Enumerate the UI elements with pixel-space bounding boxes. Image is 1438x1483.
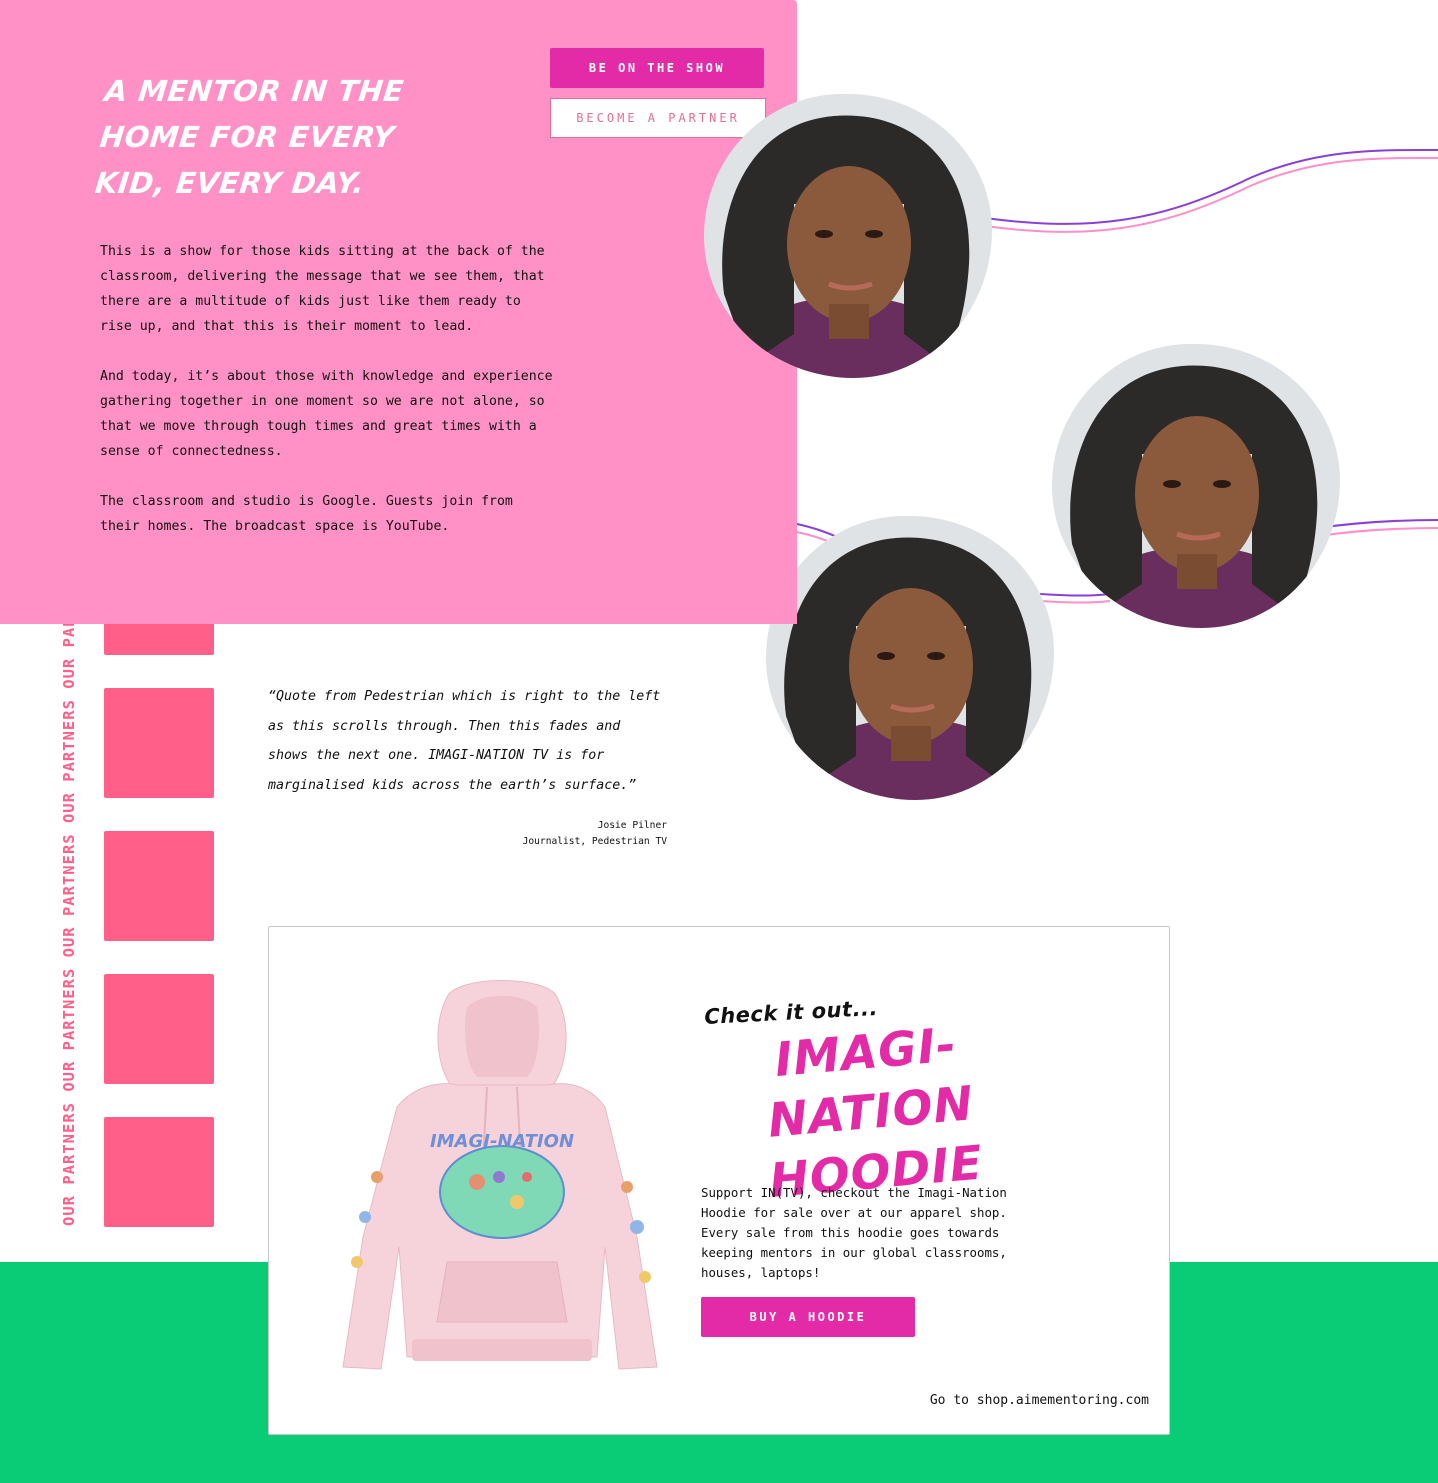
hoodie-description: Support IN(TV), checkout the Imagi-Natio… xyxy=(701,1185,1007,1280)
hoodie-product-image[interactable]: IMAGI-NATION xyxy=(337,977,662,1387)
buy-hoodie-button[interactable]: BUY A HOODIE xyxy=(701,1297,915,1337)
hero-body: This is a show for those kids sitting at… xyxy=(100,239,560,564)
guest-portrait xyxy=(704,94,992,378)
shop-link[interactable]: Go to shop.aimementoring.com xyxy=(930,1393,1149,1408)
quote-author-role: Journalist, Pedestrian TV xyxy=(522,836,667,847)
partner-logo-tile[interactable] xyxy=(104,688,214,798)
hero-paragraph: This is a show for those kids sitting at… xyxy=(100,244,545,334)
hero-paragraph: And today, it’s about those with knowled… xyxy=(100,369,553,459)
partner-logo-tile[interactable] xyxy=(104,831,214,941)
be-on-the-show-button[interactable]: BE ON THE SHOW xyxy=(550,48,764,88)
partner-logo-tile[interactable] xyxy=(104,974,214,1084)
hero-paragraph: The classroom and studio is Google. Gues… xyxy=(100,494,513,534)
hero-title: A mentor in the home for every kid, ever… xyxy=(93,74,406,200)
guest-portrait xyxy=(1052,344,1340,628)
become-a-partner-button[interactable]: BECOME A PARTNER xyxy=(550,98,766,138)
press-quote: “Quote from Pedestrian which is right to… xyxy=(268,689,661,793)
our-partners-vertical-label: OUR PARTNERS OUR PARTNERS OUR PARTNERS O… xyxy=(60,606,78,1226)
partner-logo-tile[interactable] xyxy=(104,1117,214,1227)
hero-panel-bottom xyxy=(0,540,797,624)
hoodie-print-text: IMAGI-NATION xyxy=(430,1131,574,1152)
quote-author: Josie Pilner xyxy=(597,820,667,831)
guest-portrait xyxy=(766,516,1054,800)
hoodie-promo-card: IMAGI-NATION Check it out... Imagi-Natio… xyxy=(268,926,1170,1435)
